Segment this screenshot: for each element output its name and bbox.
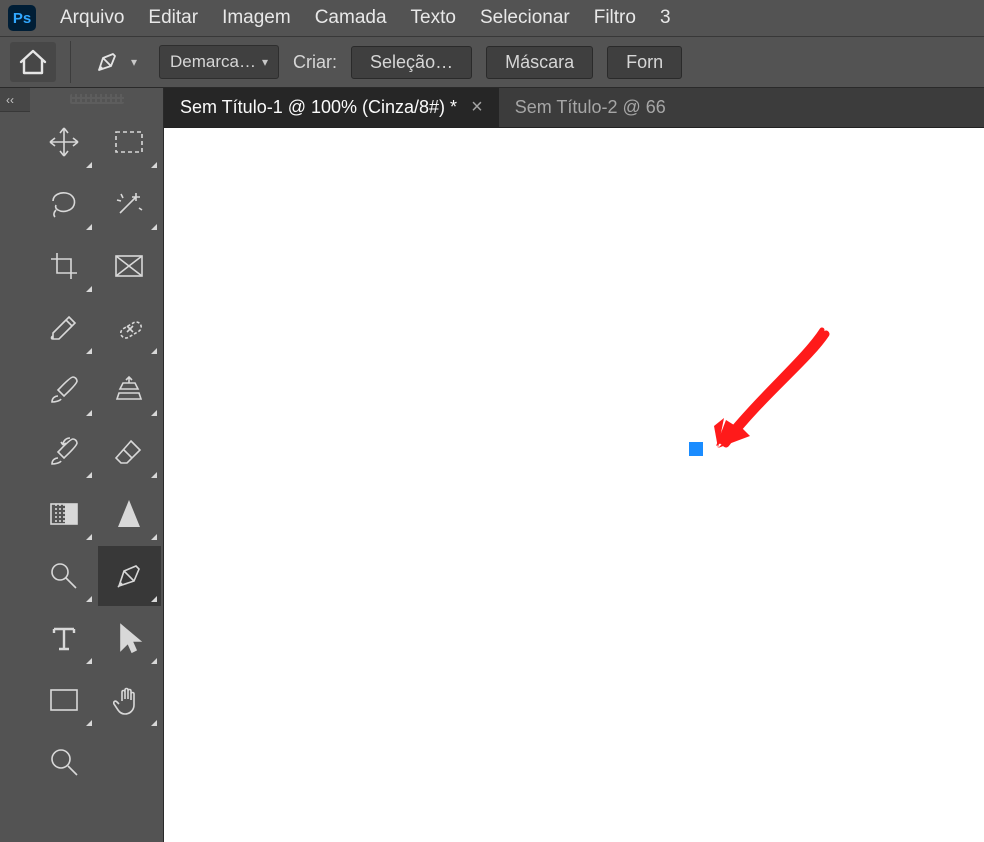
clone-stamp-tool[interactable] [98,360,162,420]
tools-panel [30,88,164,842]
chevron-down-icon: ▾ [131,55,137,69]
frame-tool[interactable] [98,236,162,296]
document-area: Sem Título-1 @ 100% (Cinza/8#) * × Sem T… [164,88,984,842]
eraser-tool[interactable] [98,422,162,482]
document-tab-label: Sem Título-2 @ 66 [515,97,666,118]
lasso-tool[interactable] [32,174,96,234]
shape-button[interactable]: Forn [607,46,682,79]
annotation-arrow-icon [708,326,838,466]
pen-icon [93,48,121,76]
magic-wand-tool[interactable] [98,174,162,234]
gradient-tool[interactable] [32,484,96,544]
blur-tool[interactable] [98,484,162,544]
menu-3d[interactable]: 3 [660,7,671,29]
empty-tool-slot [98,732,162,792]
marquee-tool[interactable] [98,112,162,172]
menu-select[interactable]: Selecionar [480,7,570,29]
app-logo[interactable]: Ps [8,5,36,31]
home-icon [18,48,48,76]
menu-image[interactable]: Imagem [222,7,291,29]
home-button[interactable] [10,42,56,82]
rectangle-tool[interactable] [32,670,96,730]
pen-mode-label: Demarca… [170,52,256,72]
options-bar: ▾ Demarca… ▾ Criar: Seleção… Máscara For… [0,36,984,88]
document-tab-label: Sem Título-1 @ 100% (Cinza/8#) * [180,97,457,118]
canvas[interactable] [164,128,984,842]
document-tab-active[interactable]: Sem Título-1 @ 100% (Cinza/8#) * × [164,88,499,127]
pen-tool[interactable] [98,546,162,606]
menu-file[interactable]: Arquivo [60,7,124,29]
path-selection-tool[interactable] [98,608,162,668]
mask-button[interactable]: Máscara [486,46,593,79]
close-icon[interactable]: × [471,96,483,119]
panel-collapse-button[interactable]: ‹‹ [0,88,30,112]
menu-layer[interactable]: Camada [315,7,387,29]
create-label: Criar: [293,52,337,73]
history-brush-tool[interactable] [32,422,96,482]
document-tab-bar: Sem Título-1 @ 100% (Cinza/8#) * × Sem T… [164,88,984,128]
dodge-tool[interactable] [32,546,96,606]
selection-button[interactable]: Seleção… [351,46,472,79]
collapsed-panel-strip: ‹‹ [0,88,30,842]
document-tab-inactive[interactable]: Sem Título-2 @ 66 [499,88,682,127]
brush-tool[interactable] [32,360,96,420]
chevron-down-icon: ▾ [262,55,268,69]
spot-heal-tool[interactable] [98,298,162,358]
current-tool-indicator[interactable]: ▾ [85,44,145,80]
menu-bar: Ps Arquivo Editar Imagem Camada Texto Se… [0,0,984,36]
zoom-tool[interactable] [32,732,96,792]
pen-anchor-point[interactable] [689,442,703,456]
menu-filter[interactable]: Filtro [594,7,636,29]
app-logo-text: Ps [13,10,31,27]
pen-mode-dropdown[interactable]: Demarca… ▾ [159,45,279,79]
menu-edit[interactable]: Editar [148,7,198,29]
move-tool[interactable] [32,112,96,172]
hand-tool[interactable] [98,670,162,730]
panel-grip[interactable] [30,88,163,110]
eyedropper-tool[interactable] [32,298,96,358]
menu-text[interactable]: Texto [411,7,456,29]
type-tool[interactable] [32,608,96,668]
crop-tool[interactable] [32,236,96,296]
